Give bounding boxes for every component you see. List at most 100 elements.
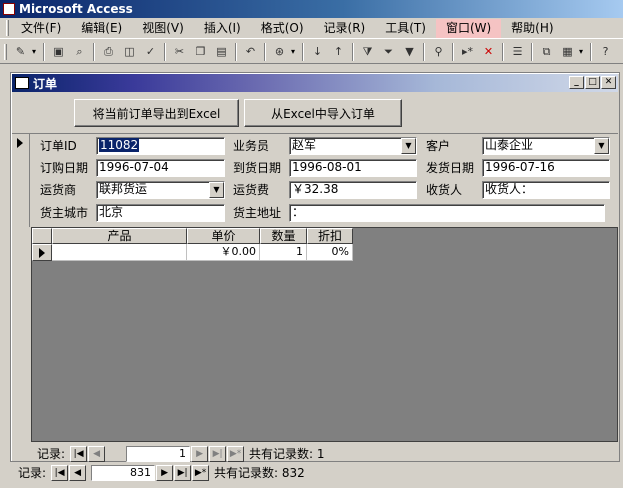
current-record-arrow-icon xyxy=(17,138,23,148)
menu-records[interactable]: 记录(R) xyxy=(314,19,376,38)
subform-next-record-button[interactable]: ▶ xyxy=(191,445,209,462)
subform-current-record-input[interactable]: 1 xyxy=(126,445,191,462)
app-titlebar: Microsoft Access xyxy=(0,0,623,18)
menu-edit[interactable]: 编辑(E) xyxy=(71,19,132,38)
database-window-icon[interactable]: ⧉ xyxy=(537,42,556,61)
hyperlink-dropdown-icon[interactable]: ▾ xyxy=(291,42,298,61)
toolbar-separator xyxy=(352,42,354,61)
ship-city-input[interactable]: 北京 xyxy=(96,204,225,222)
order-id-input[interactable]: 11082 xyxy=(96,137,225,155)
subform-header-discount[interactable]: 折扣 xyxy=(307,228,353,244)
toolbar-separator xyxy=(264,42,266,61)
menu-window[interactable]: 窗口(W) xyxy=(435,18,502,38)
cell-product[interactable] xyxy=(52,244,187,261)
new-object-icon[interactable]: ▦ xyxy=(558,42,577,61)
find-icon[interactable]: ⌕ xyxy=(70,42,89,61)
form-title: 订单 xyxy=(33,76,58,91)
new-object-dropdown-icon[interactable]: ▾ xyxy=(579,42,586,61)
menu-format[interactable]: 格式(O) xyxy=(251,19,314,38)
next-record-button[interactable]: ▶ xyxy=(156,464,174,481)
apply-filter-icon[interactable]: ▼ xyxy=(400,42,419,61)
toolbar-grip[interactable] xyxy=(4,43,7,60)
import-from-excel-button[interactable]: 从Excel中导入订单 xyxy=(244,99,402,127)
ship-date-label: 发货日期 xyxy=(426,161,475,175)
hyperlink-icon[interactable]: ⊛ xyxy=(270,42,289,61)
menu-insert[interactable]: 插入(I) xyxy=(194,19,251,38)
toolbar-separator xyxy=(93,42,95,61)
save-icon[interactable]: ▣ xyxy=(49,42,68,61)
record-selector[interactable] xyxy=(12,134,30,227)
subform-header-unit-price[interactable]: 单价 xyxy=(187,228,260,244)
menu-help[interactable]: 帮助(H) xyxy=(501,19,563,38)
first-record-button[interactable]: |◀ xyxy=(51,464,69,481)
cell-quantity[interactable]: 1 xyxy=(260,244,307,261)
print-icon[interactable]: ⎙ xyxy=(99,42,118,61)
subform-new-record-button[interactable]: ▶* xyxy=(227,445,245,462)
toolbar-separator xyxy=(531,42,533,61)
help-icon[interactable]: ? xyxy=(596,42,615,61)
cell-unit-price[interactable]: ￥0.00 xyxy=(187,244,260,261)
order-id-label: 订单ID xyxy=(40,139,77,153)
sort-descending-icon[interactable]: ↑ xyxy=(329,42,348,61)
order-id-value: 11082 xyxy=(99,138,140,152)
arrival-date-label: 到货日期 xyxy=(233,161,282,175)
salesperson-value: 赵军 xyxy=(292,138,317,152)
filter-by-form-icon[interactable]: ⏷ xyxy=(379,42,398,61)
properties-icon[interactable]: ☰ xyxy=(508,42,527,61)
customer-combo[interactable]: 山泰企业 ▼ xyxy=(482,137,610,155)
subform-nav-label: 记录: xyxy=(37,447,66,461)
design-view-dropdown-icon[interactable]: ▾ xyxy=(32,42,39,61)
previous-record-button[interactable]: ◀ xyxy=(69,464,87,481)
cell-discount[interactable]: 0% xyxy=(307,244,353,261)
subform-last-record-button[interactable]: ▶| xyxy=(209,445,227,462)
order-form-window: 订单 _ □ ✕ 将当前订单导出到Excel 从Excel中导入订单 订单ID … xyxy=(10,72,620,462)
subform-header-product[interactable]: 产品 xyxy=(52,228,187,244)
current-row-arrow-icon xyxy=(39,248,45,258)
salesperson-combo[interactable]: 赵军 ▼ xyxy=(289,137,417,155)
customer-label: 客户 xyxy=(426,139,451,153)
print-preview-icon[interactable]: ◫ xyxy=(120,42,139,61)
shipper-dropdown-icon[interactable]: ▼ xyxy=(209,182,224,198)
current-record-input[interactable]: 831 xyxy=(91,464,156,481)
minimize-button[interactable]: _ xyxy=(569,76,584,89)
salesperson-dropdown-icon[interactable]: ▼ xyxy=(401,138,416,154)
form-record-count: 共有记录数: 832 xyxy=(214,466,305,480)
ship-date-input[interactable]: 1996-07-16 xyxy=(482,159,610,177)
find-binoculars-icon[interactable]: ⚲ xyxy=(429,42,448,61)
maximize-button[interactable]: □ xyxy=(585,76,600,89)
shipper-combo[interactable]: 联邦货运 ▼ xyxy=(96,181,225,199)
arrival-date-input[interactable]: 1996-08-01 xyxy=(289,159,417,177)
close-button[interactable]: ✕ xyxy=(601,76,616,89)
order-date-input[interactable]: 1996-07-04 xyxy=(96,159,225,177)
subform-header-quantity[interactable]: 数量 xyxy=(260,228,307,244)
recipient-input[interactable]: 收货人： xyxy=(482,181,610,199)
menu-view[interactable]: 视图(V) xyxy=(132,19,194,38)
delete-record-icon[interactable]: ✕ xyxy=(479,42,498,61)
filter-by-selection-icon[interactable]: ⧩ xyxy=(358,42,377,61)
menu-file[interactable]: 文件(F) xyxy=(11,19,71,38)
menubar-grip[interactable] xyxy=(6,20,9,36)
undo-icon[interactable]: ↶ xyxy=(241,42,260,61)
spelling-icon[interactable]: ✓ xyxy=(141,42,160,61)
menu-tools[interactable]: 工具(T) xyxy=(375,19,436,38)
export-to-excel-button[interactable]: 将当前订单导出到Excel xyxy=(74,99,239,127)
subform-first-record-button[interactable]: |◀ xyxy=(70,445,88,462)
subform-row-selector[interactable] xyxy=(32,244,52,261)
freight-input[interactable]: ￥32.38 xyxy=(289,181,417,199)
customer-dropdown-icon[interactable]: ▼ xyxy=(594,138,609,154)
sort-ascending-icon[interactable]: ↓ xyxy=(308,42,327,61)
cut-icon[interactable]: ✂ xyxy=(170,42,189,61)
subform-previous-record-button[interactable]: ◀ xyxy=(88,445,106,462)
copy-icon[interactable]: ❐ xyxy=(191,42,210,61)
ship-address-input[interactable]: ： xyxy=(289,204,605,222)
new-record-button[interactable]: ▶* xyxy=(192,464,210,481)
paste-icon[interactable]: ▤ xyxy=(212,42,231,61)
form-icon xyxy=(15,77,29,89)
new-record-icon[interactable]: ▸* xyxy=(458,42,477,61)
subform-corner[interactable] xyxy=(32,228,52,244)
window-controls: _ □ ✕ xyxy=(569,76,616,89)
toolbar-separator xyxy=(164,42,166,61)
order-details-subform: 产品 单价 数量 折扣 ￥0.00 1 0% xyxy=(31,227,618,442)
last-record-button[interactable]: ▶| xyxy=(174,464,192,481)
design-view-icon[interactable]: ✎ xyxy=(11,42,30,61)
